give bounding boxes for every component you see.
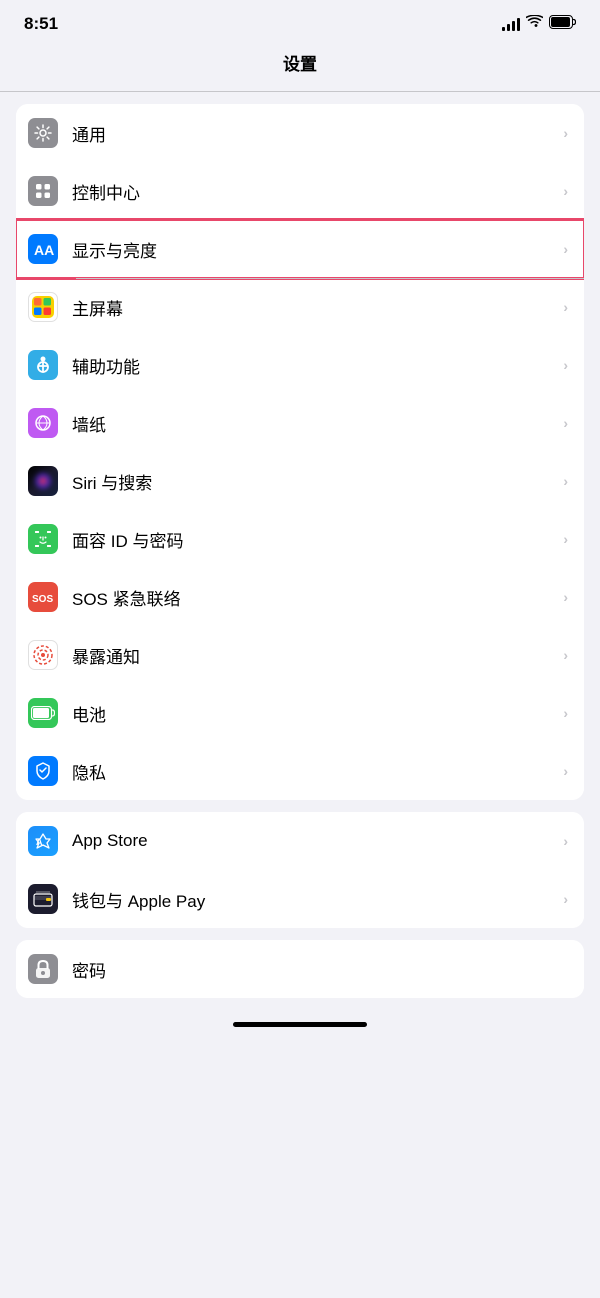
row-display[interactable]: AA 显示与亮度 › — [16, 220, 584, 278]
wallpaper-icon — [28, 408, 58, 438]
row-control-center[interactable]: 控制中心 › — [16, 162, 584, 220]
display-icon: AA — [28, 234, 58, 264]
siri-icon — [28, 466, 58, 496]
row-wallpaper[interactable]: 墙纸 › — [16, 394, 584, 452]
row-siri[interactable]: Siri 与搜索 › — [16, 452, 584, 510]
settings-section-2: A App Store › 钱包与 Apple Pay › — [16, 812, 584, 928]
wifi-icon — [526, 15, 543, 33]
row-accessibility[interactable]: 辅助功能 › — [16, 336, 584, 394]
faceid-label: 面容 ID 与密码 — [72, 527, 555, 552]
battery-chevron: › — [563, 705, 568, 721]
row-appstore[interactable]: A App Store › — [16, 812, 584, 870]
settings-section-3: 密码 — [16, 940, 584, 998]
sos-chevron: › — [563, 589, 568, 605]
siri-label: Siri 与搜索 — [72, 469, 555, 494]
page-title: 设置 — [0, 42, 600, 91]
svg-text:A: A — [36, 837, 43, 847]
display-chevron: › — [563, 241, 568, 257]
accessibility-icon — [28, 350, 58, 380]
top-divider — [0, 91, 600, 92]
control-center-label: 控制中心 — [72, 179, 555, 204]
status-icons — [502, 15, 576, 34]
home-indicator-area — [0, 998, 600, 1043]
row-wallet[interactable]: 钱包与 Apple Pay › — [16, 870, 584, 928]
exposure-chevron: › — [563, 647, 568, 663]
homescreen-label: 主屏幕 — [72, 295, 555, 320]
row-battery[interactable]: 电池 › — [16, 684, 584, 742]
exposure-label: 暴露通知 — [72, 643, 555, 668]
row-general[interactable]: 通用 › — [16, 104, 584, 162]
battery-settings-icon — [28, 698, 58, 728]
exposure-icon — [28, 640, 58, 670]
signal-icon — [502, 17, 520, 31]
homescreen-icon — [28, 292, 58, 322]
wallpaper-label: 墙纸 — [72, 411, 555, 436]
control-center-icon — [28, 176, 58, 206]
wallpaper-chevron: › — [563, 415, 568, 431]
siri-chevron: › — [563, 473, 568, 489]
wallet-label: 钱包与 Apple Pay — [72, 887, 555, 912]
status-bar: 8:51 — [0, 0, 600, 42]
password-icon — [28, 954, 58, 984]
privacy-label: 隐私 — [72, 759, 555, 784]
row-exposure[interactable]: 暴露通知 › — [16, 626, 584, 684]
row-homescreen[interactable]: 主屏幕 › — [16, 278, 584, 336]
faceid-icon — [28, 524, 58, 554]
svg-text:AA: AA — [34, 242, 54, 258]
appstore-chevron: › — [563, 833, 568, 849]
row-password[interactable]: 密码 — [16, 940, 584, 998]
homescreen-chevron: › — [563, 299, 568, 315]
status-time: 8:51 — [24, 14, 58, 34]
privacy-chevron: › — [563, 763, 568, 779]
home-indicator — [233, 1022, 367, 1027]
row-faceid[interactable]: 面容 ID 与密码 › — [16, 510, 584, 568]
display-label: 显示与亮度 — [72, 237, 555, 262]
row-sos[interactable]: SOS SOS 紧急联络 › — [16, 568, 584, 626]
general-label: 通用 — [72, 121, 555, 146]
wallet-chevron: › — [563, 891, 568, 907]
wallet-icon — [28, 884, 58, 914]
control-center-chevron: › — [563, 183, 568, 199]
appstore-icon: A — [28, 826, 58, 856]
general-chevron: › — [563, 125, 568, 141]
settings-section-1: 通用 › 控制中心 › AA 显示与亮度 › — [16, 104, 584, 800]
appstore-label: App Store — [72, 831, 555, 851]
faceid-chevron: › — [563, 531, 568, 547]
row-privacy[interactable]: 隐私 › — [16, 742, 584, 800]
accessibility-chevron: › — [563, 357, 568, 373]
battery-label: 电池 — [72, 701, 555, 726]
battery-icon — [549, 15, 576, 34]
svg-text:SOS: SOS — [32, 594, 53, 605]
sos-label: SOS 紧急联络 — [72, 585, 555, 610]
sos-icon: SOS — [28, 582, 58, 612]
password-label: 密码 — [72, 957, 560, 982]
general-icon — [28, 118, 58, 148]
privacy-icon — [28, 756, 58, 786]
accessibility-label: 辅助功能 — [72, 353, 555, 378]
